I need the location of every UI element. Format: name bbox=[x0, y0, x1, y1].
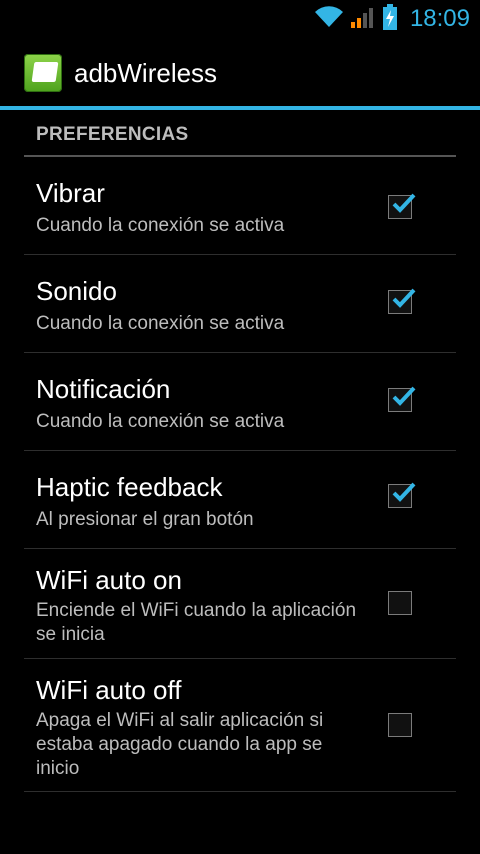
preferences-section-header: PREFERENCIAS bbox=[36, 124, 189, 145]
pref-summary: Al presionar el gran botón bbox=[36, 509, 254, 530]
pref-title: WiFi auto off bbox=[36, 675, 182, 705]
status-icons: 18:09 bbox=[314, 0, 470, 38]
preferences-list: Vibrar Cuando la conexión se activa Soni… bbox=[24, 158, 456, 792]
pref-row-notificacion[interactable]: Notificación Cuando la conexión se activ… bbox=[24, 353, 456, 451]
check-icon bbox=[392, 193, 416, 213]
checkbox-wifi-auto-off[interactable] bbox=[388, 713, 412, 737]
check-icon bbox=[392, 482, 416, 502]
adb-app-icon[interactable] bbox=[24, 54, 62, 92]
action-bar: adbWireless bbox=[0, 38, 480, 110]
pref-title: Haptic feedback bbox=[36, 472, 223, 502]
pref-row-haptic-feedback[interactable]: Haptic feedback Al presionar el gran bot… bbox=[24, 451, 456, 549]
pref-summary: Cuando la conexión se activa bbox=[36, 411, 285, 432]
checkbox-vibrar[interactable] bbox=[388, 193, 416, 219]
pref-summary: Enciende el WiFi cuando la aplicación se… bbox=[36, 600, 357, 645]
pref-title: Vibrar bbox=[36, 178, 105, 208]
checkbox-sonido[interactable] bbox=[388, 288, 416, 314]
action-bar-divider bbox=[0, 106, 480, 110]
status-bar: 18:09 bbox=[0, 0, 480, 38]
pref-row-wifi-auto-on[interactable]: WiFi auto on Enciende el WiFi cuando la … bbox=[24, 549, 456, 659]
pref-title: Sonido bbox=[36, 276, 117, 306]
clock: 18:09 bbox=[409, 5, 470, 32]
checkbox-wifi-auto-on[interactable] bbox=[388, 591, 412, 615]
pref-title: WiFi auto on bbox=[36, 565, 182, 595]
pref-summary: Cuando la conexión se activa bbox=[36, 215, 285, 236]
app-title: adbWireless bbox=[74, 58, 218, 88]
pref-row-sonido[interactable]: Sonido Cuando la conexión se activa bbox=[24, 255, 456, 353]
section-divider bbox=[24, 155, 456, 157]
pref-summary: Apaga el WiFi al salir aplicación si est… bbox=[36, 710, 324, 779]
checkbox-haptic-feedback[interactable] bbox=[388, 482, 416, 508]
pref-title: Notificación bbox=[36, 374, 171, 404]
wifi-icon bbox=[314, 5, 344, 33]
checkbox-notificacion[interactable] bbox=[388, 386, 416, 412]
pref-summary: Cuando la conexión se activa bbox=[36, 313, 285, 334]
check-icon bbox=[392, 386, 416, 406]
signal-icon bbox=[350, 6, 376, 33]
pref-row-vibrar[interactable]: Vibrar Cuando la conexión se activa bbox=[24, 158, 456, 255]
check-icon bbox=[392, 288, 416, 308]
pref-row-wifi-auto-off[interactable]: WiFi auto off Apaga el WiFi al salir apl… bbox=[24, 659, 456, 792]
battery-charging-icon bbox=[382, 3, 398, 35]
